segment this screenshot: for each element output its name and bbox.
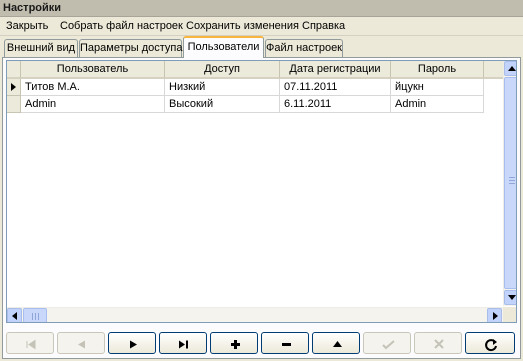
grip-icon: [32, 313, 33, 320]
arrow-left-icon: [12, 312, 17, 320]
horizontal-scroll-thumb[interactable]: [23, 308, 47, 322]
edit-record-icon: [333, 341, 342, 347]
column-header-password[interactable]: Пароль: [391, 61, 484, 79]
vertical-scrollbar[interactable]: [503, 61, 516, 306]
cell-password[interactable]: Admin: [391, 96, 484, 113]
scroll-down-button[interactable]: [504, 290, 516, 305]
cell-registration-date[interactable]: 07.11.2011: [280, 79, 391, 96]
vertical-scroll-thumb[interactable]: [504, 77, 516, 289]
scroll-up-button[interactable]: [504, 61, 516, 76]
current-row-icon: [11, 83, 16, 91]
cell-user[interactable]: Admin: [21, 96, 165, 113]
tab-settings-file[interactable]: Файл настроек: [265, 39, 343, 57]
refresh-button[interactable]: [465, 332, 515, 354]
arrow-right-icon: [493, 312, 498, 320]
last-record-button[interactable]: [159, 332, 207, 354]
column-header-access[interactable]: Доступ: [165, 61, 280, 79]
edit-record-button[interactable]: [312, 332, 360, 354]
tab-strip: Внешний вид Параметры доступа Пользовате…: [0, 36, 523, 58]
title-bar: Настройки: [0, 0, 523, 17]
column-header-registration-date[interactable]: Дата регистрации: [280, 61, 391, 79]
row-indicator-header: [7, 61, 21, 79]
grip-icon: [38, 313, 39, 320]
cell-user[interactable]: Титов М.А.: [21, 79, 165, 96]
menu-save-changes[interactable]: Сохранить изменения: [186, 20, 299, 32]
grip-icon: [509, 177, 515, 178]
last-record-icon: [179, 340, 188, 349]
next-record-button[interactable]: [108, 332, 156, 354]
cell-access[interactable]: Высокий: [165, 96, 280, 113]
scroll-left-button[interactable]: [7, 308, 22, 322]
grid-header: Пользователь Доступ Дата регистрации Пар…: [7, 61, 503, 79]
grip-icon: [35, 313, 36, 320]
post-record-icon: [382, 340, 395, 350]
cell-access[interactable]: Низкий: [165, 79, 280, 96]
row-indicator[interactable]: [7, 96, 21, 113]
tab-access-settings[interactable]: Параметры доступа: [79, 39, 182, 57]
delete-record-button[interactable]: [261, 332, 309, 354]
users-grid[interactable]: Пользователь Доступ Дата регистрации Пар…: [6, 60, 517, 323]
window-title: Настройки: [3, 2, 62, 14]
grip-icon: [509, 180, 515, 181]
menu-build-settings-file[interactable]: Собрать файл настроек: [60, 20, 183, 32]
post-record-button[interactable]: [363, 332, 411, 354]
first-record-icon: [26, 339, 36, 350]
horizontal-scrollbar[interactable]: [7, 307, 503, 322]
grip-icon: [509, 183, 515, 184]
menu-help[interactable]: Справка: [302, 20, 345, 32]
arrow-down-icon: [508, 295, 516, 300]
menu-bar: Закрыть Собрать файл настроек Сохранить …: [0, 17, 523, 36]
scroll-corner: [503, 307, 516, 322]
prior-record-button[interactable]: [57, 332, 105, 354]
cell-registration-date[interactable]: 6.11.2011: [280, 96, 391, 113]
prior-record-icon: [78, 340, 85, 349]
refresh-icon: [485, 339, 497, 352]
tab-appearance[interactable]: Внешний вид: [4, 39, 78, 57]
column-header-user[interactable]: Пользователь: [21, 61, 165, 79]
table-row[interactable]: Титов М.А. Низкий 07.11.2011 йцукн: [7, 79, 484, 96]
delete-record-icon: [282, 343, 291, 346]
insert-record-icon: [231, 340, 240, 349]
cancel-edit-button[interactable]: [414, 332, 462, 354]
column-header-filler: [484, 61, 503, 79]
cancel-edit-icon: [434, 339, 444, 349]
table-row[interactable]: Admin Высокий 6.11.2011 Admin: [7, 96, 484, 113]
arrow-up-icon: [508, 66, 516, 71]
row-indicator[interactable]: [7, 79, 21, 96]
scroll-right-button[interactable]: [487, 308, 502, 322]
next-record-icon: [130, 340, 137, 349]
insert-record-button[interactable]: [210, 332, 258, 354]
cell-password[interactable]: йцукн: [391, 79, 484, 96]
tab-users[interactable]: Пользователи: [183, 36, 264, 58]
db-navigator: [6, 332, 517, 356]
first-record-button[interactable]: [6, 332, 54, 354]
menu-close[interactable]: Закрыть: [6, 20, 48, 32]
